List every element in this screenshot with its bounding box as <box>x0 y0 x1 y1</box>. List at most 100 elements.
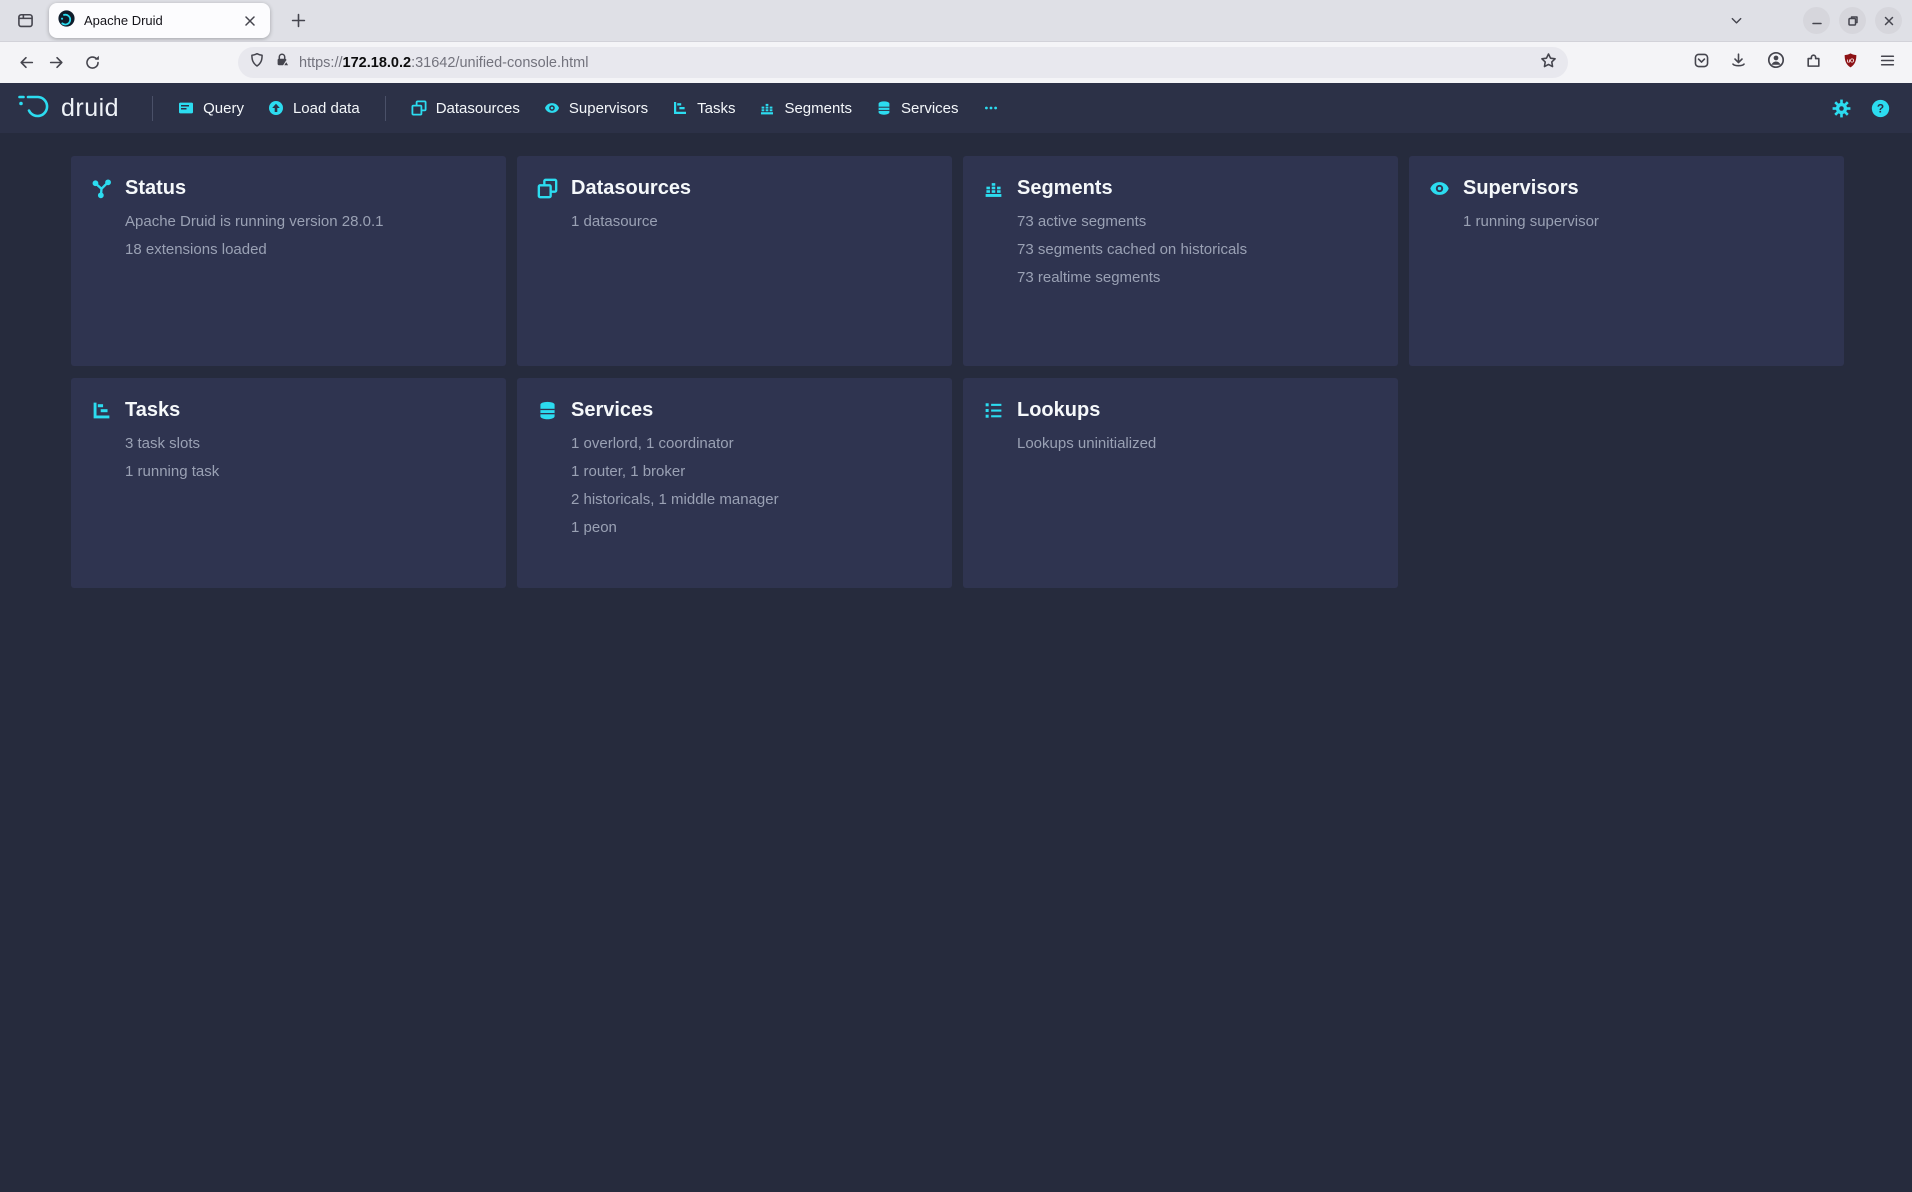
druid-logo-icon <box>16 92 52 125</box>
browser-tab[interactable]: Apache Druid <box>49 3 270 38</box>
card-body: Lookups uninitialized <box>1017 435 1378 453</box>
datasources-icon <box>537 178 558 199</box>
nav-item-supervisors[interactable]: Supervisors <box>532 83 660 133</box>
browser-window: Apache Druid <box>0 0 1912 1192</box>
toolbar-right-icons: uO <box>1693 51 1901 74</box>
more-ellipsis-icon <box>983 100 999 116</box>
menu-hamburger-icon[interactable] <box>1879 52 1896 74</box>
card-body: Apache Druid is running version 28.0.118… <box>125 213 486 259</box>
services-database-icon <box>876 100 892 116</box>
card-title: Services <box>571 399 653 422</box>
url-bar[interactable]: https://172.18.0.2:31642/unified-console… <box>238 47 1568 78</box>
window-controls <box>1803 7 1902 34</box>
nav-item-datasources[interactable]: Datasources <box>399 83 532 133</box>
nav-divider <box>385 96 386 121</box>
svg-text:uO: uO <box>1847 58 1854 64</box>
url-path: :31642/unified-console.html <box>411 55 588 71</box>
nav-item-load-data[interactable]: Load data <box>256 83 372 133</box>
card-title: Supervisors <box>1463 177 1579 200</box>
firefox-view-icon[interactable] <box>10 6 40 36</box>
new-tab-button[interactable] <box>283 6 313 36</box>
card-stat-line: Apache Druid is running version 28.0.1 <box>125 213 486 231</box>
forward-icon[interactable] <box>41 48 71 78</box>
tracking-shield-icon[interactable] <box>249 52 265 73</box>
nav-item-services[interactable]: Services <box>864 83 971 133</box>
status-graph-icon <box>91 178 112 199</box>
extensions-puzzle-icon[interactable] <box>1805 52 1822 74</box>
nav-divider <box>152 96 153 121</box>
card-stat-line: 1 datasource <box>571 213 932 231</box>
query-icon <box>178 100 194 116</box>
services-card[interactable]: Services 1 overlord, 1 coordinator 1 rout… <box>517 378 952 588</box>
supervisors-card[interactable]: Supervisors 1 running supervisor <box>1409 156 1844 366</box>
card-stat-line: 3 task slots <box>125 435 486 453</box>
segments-card[interactable]: Segments 73 active segments 73 segments c… <box>963 156 1398 366</box>
window-minimize-button[interactable] <box>1803 7 1830 34</box>
tab-close-icon[interactable] <box>239 10 261 32</box>
nav-right: ? <box>1832 99 1896 118</box>
lookups-list-icon <box>983 400 1004 421</box>
nav-item-label: Supervisors <box>569 100 648 117</box>
url-host: 172.18.0.2 <box>343 55 412 71</box>
card-stat-line: 73 segments cached on historicals <box>1017 241 1378 259</box>
nav-item-label: Segments <box>784 100 852 117</box>
reload-icon[interactable] <box>77 48 107 78</box>
card-stat-line: 1 router, 1 broker <box>571 463 932 481</box>
url-scheme: https:// <box>299 55 343 71</box>
window-close-button[interactable] <box>1875 7 1902 34</box>
svg-text:?: ? <box>1877 101 1884 115</box>
card-stat-line: Lookups uninitialized <box>1017 435 1378 453</box>
load-data-icon <box>268 100 284 116</box>
card-stat-line: 73 active segments <box>1017 213 1378 231</box>
ublock-origin-icon[interactable]: uO <box>1842 52 1859 74</box>
help-icon[interactable]: ? <box>1871 99 1890 118</box>
tasks-gantt-icon <box>672 100 688 116</box>
brand-text: druid <box>61 94 119 123</box>
druid-logo[interactable]: druid <box>16 92 119 125</box>
status-card[interactable]: Status Apache Druid is running version 2… <box>71 156 506 366</box>
tasks-card[interactable]: Tasks 3 task slots 1 running task <box>71 378 506 588</box>
tab-favicon-druid-icon <box>58 10 75 32</box>
back-icon[interactable] <box>11 48 41 78</box>
tab-strip: Apache Druid <box>0 0 1912 41</box>
status-cards-grid: Status Apache Druid is running version 2… <box>71 156 1912 588</box>
url-text: https://172.18.0.2:31642/unified-console… <box>299 55 1540 71</box>
lock-warning-icon[interactable] <box>274 52 290 73</box>
downloads-icon[interactable] <box>1730 52 1747 74</box>
card-title: Lookups <box>1017 399 1100 422</box>
card-body: 73 active segments 73 segments cached on … <box>1017 213 1378 287</box>
segments-chart-icon <box>759 100 775 116</box>
card-stat-line: 1 running supervisor <box>1463 213 1824 231</box>
datasources-icon <box>411 100 427 116</box>
home-view: Status Apache Druid is running version 2… <box>0 133 1912 1192</box>
nav-item-label: Load data <box>293 100 360 117</box>
card-stat-line: 1 overlord, 1 coordinator <box>571 435 932 453</box>
settings-gear-icon[interactable] <box>1832 99 1851 118</box>
pocket-save-icon[interactable] <box>1693 52 1710 74</box>
nav-item-label: Tasks <box>697 100 735 117</box>
nav-item-tasks[interactable]: Tasks <box>660 83 747 133</box>
list-all-tabs-chevron-icon[interactable] <box>1721 6 1751 36</box>
services-database-icon <box>537 400 558 421</box>
nav-item-segments[interactable]: Segments <box>747 83 864 133</box>
segments-chart-icon <box>983 178 1004 199</box>
nav-item-query[interactable]: Query <box>166 83 256 133</box>
card-title: Tasks <box>125 399 180 422</box>
lookups-card[interactable]: Lookups Lookups uninitialized <box>963 378 1398 588</box>
tab-title: Apache Druid <box>84 13 239 28</box>
datasources-card[interactable]: Datasources 1 datasource <box>517 156 952 366</box>
card-stat-line: 1 peon <box>571 519 932 537</box>
window-restore-button[interactable] <box>1839 7 1866 34</box>
nav-more-button[interactable] <box>971 83 1011 133</box>
card-title: Status <box>125 177 186 200</box>
bookmark-star-icon[interactable] <box>1540 52 1557 74</box>
druid-navbar: druid Query Load data Datasources <box>0 83 1912 133</box>
account-icon[interactable] <box>1767 51 1785 74</box>
card-body: 1 running supervisor <box>1463 213 1824 231</box>
nav-item-label: Query <box>203 100 244 117</box>
supervisors-eye-icon <box>1429 178 1450 199</box>
card-title: Segments <box>1017 177 1113 200</box>
card-title: Datasources <box>571 177 691 200</box>
supervisors-eye-icon <box>544 100 560 116</box>
card-stat-line: 1 running task <box>125 463 486 481</box>
